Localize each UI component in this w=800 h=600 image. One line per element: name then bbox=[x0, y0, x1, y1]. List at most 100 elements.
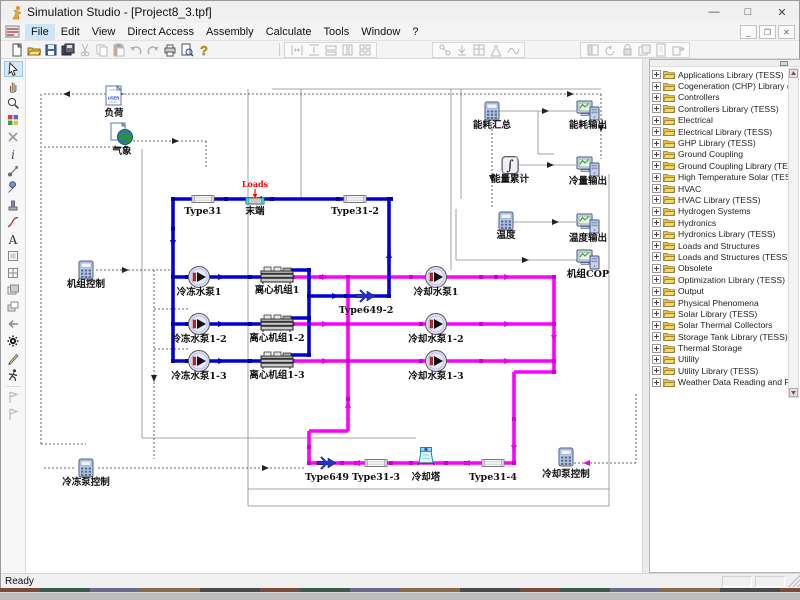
library-item-high-temperature-solar-tess[interactable]: High Temperature Solar (TESS) bbox=[652, 172, 788, 183]
expand-icon[interactable] bbox=[652, 207, 661, 216]
menu-assembly[interactable]: Assembly bbox=[200, 24, 260, 40]
mdi-minimize-button[interactable]: _ bbox=[740, 25, 757, 39]
minimize-button[interactable]: — bbox=[697, 1, 731, 23]
expand-icon[interactable] bbox=[652, 241, 661, 250]
cw-pump-control[interactable]: 冷却泵控制 bbox=[542, 448, 590, 480]
expand-icon[interactable] bbox=[652, 173, 661, 182]
cw-pump-1[interactable]: 冷却水泵1 bbox=[414, 267, 459, 299]
curve-tool[interactable] bbox=[4, 214, 23, 230]
library-item-hydrogen-systems[interactable]: Hydrogen Systems bbox=[652, 206, 788, 217]
expand-icon[interactable] bbox=[652, 309, 661, 318]
library-item-controllers[interactable]: Controllers bbox=[652, 92, 788, 103]
delete-tool[interactable] bbox=[4, 129, 23, 145]
type649-diverter[interactable]: Type649 bbox=[305, 457, 349, 483]
library-item-hydronics[interactable]: Hydronics bbox=[652, 217, 788, 228]
panel-scrollbar[interactable] bbox=[788, 68, 799, 398]
library-item-utility-library-tess[interactable]: Utility Library (TESS) bbox=[652, 365, 788, 376]
zoom-tool[interactable] bbox=[4, 95, 23, 111]
weather[interactable]: 气象 bbox=[111, 123, 133, 157]
expand-icon[interactable] bbox=[652, 82, 661, 91]
expand-icon[interactable] bbox=[652, 332, 661, 341]
library-item-physical-phenomena[interactable]: Physical Phenomena bbox=[652, 297, 788, 308]
expand-icon[interactable] bbox=[652, 230, 661, 239]
terminal-unit[interactable]: 末端 bbox=[244, 198, 265, 217]
expand-icon[interactable] bbox=[652, 70, 661, 79]
menu-view[interactable]: View bbox=[86, 24, 122, 40]
energy-integrator[interactable]: ∫能量累计 bbox=[491, 157, 530, 186]
expand-icon[interactable] bbox=[652, 378, 661, 387]
expand-icon[interactable] bbox=[652, 139, 661, 148]
menu-edit[interactable]: Edit bbox=[55, 24, 86, 40]
panel-close-button[interactable] bbox=[780, 61, 788, 66]
back-tool[interactable] bbox=[4, 316, 23, 332]
gear-tool[interactable] bbox=[4, 333, 23, 349]
library-item-optimization-library-tess[interactable]: Optimization Library (TESS) bbox=[652, 274, 788, 285]
expand-icon[interactable] bbox=[652, 195, 661, 204]
expand-icon[interactable] bbox=[652, 184, 661, 193]
expand-icon[interactable] bbox=[652, 321, 661, 330]
pan-tool[interactable] bbox=[4, 78, 23, 94]
expand-icon[interactable] bbox=[652, 161, 661, 170]
new-icon[interactable] bbox=[9, 43, 24, 57]
info-tool[interactable]: i bbox=[4, 146, 23, 162]
library-item-weather-data-reading-and-process[interactable]: Weather Data Reading and Process bbox=[652, 377, 788, 388]
library-item-controllers-library-tess[interactable]: Controllers Library (TESS) bbox=[652, 103, 788, 114]
mdi-close-button[interactable]: ✕ bbox=[778, 25, 795, 39]
library-item-solar-library-tess[interactable]: Solar Library (TESS) bbox=[652, 308, 788, 319]
expand-icon[interactable] bbox=[652, 218, 661, 227]
library-item-ground-coupling[interactable]: Ground Coupling bbox=[652, 149, 788, 160]
library-item-loads-and-structures[interactable]: Loads and Structures bbox=[652, 240, 788, 251]
library-item-solar-thermal-collectors[interactable]: Solar Thermal Collectors bbox=[652, 320, 788, 331]
expand-icon[interactable] bbox=[652, 93, 661, 102]
cw-pump-1-3[interactable]: 冷却水泵1-3 bbox=[408, 351, 463, 383]
select-tool[interactable] bbox=[4, 61, 23, 77]
layers2-tool[interactable] bbox=[4, 299, 23, 315]
menu-tools[interactable]: Tools bbox=[318, 24, 356, 40]
library-item-electrical[interactable]: Electrical bbox=[652, 115, 788, 126]
expand-icon[interactable] bbox=[652, 355, 661, 364]
library-item-applications-library-tess[interactable]: Applications Library (TESS) bbox=[652, 69, 788, 80]
library-item-output[interactable]: Output bbox=[652, 285, 788, 296]
save-all-icon[interactable] bbox=[60, 43, 75, 57]
stamp-tool[interactable] bbox=[4, 197, 23, 213]
menu-window[interactable]: Window bbox=[355, 24, 406, 40]
expand-icon[interactable] bbox=[652, 366, 661, 375]
palette-tool[interactable] bbox=[4, 112, 23, 128]
text-tool[interactable]: A bbox=[4, 231, 23, 247]
library-item-storage-tank-library-tess[interactable]: Storage Tank Library (TESS) bbox=[652, 331, 788, 342]
library-item-hydronics-library-tess[interactable]: Hydronics Library (TESS) bbox=[652, 228, 788, 239]
expand-icon[interactable] bbox=[652, 150, 661, 159]
scroll-up-button[interactable] bbox=[789, 69, 798, 78]
load-file[interactable]: USER负荷 bbox=[104, 86, 124, 119]
library-item-cogeneration-chp-library-tess[interactable]: Cogeneration (CHP) Library (TESS) bbox=[652, 80, 788, 91]
expand-icon[interactable] bbox=[652, 264, 661, 273]
frame-tool[interactable] bbox=[4, 248, 23, 264]
library-item-thermal-storage[interactable]: Thermal Storage bbox=[652, 342, 788, 353]
wrench-tool[interactable] bbox=[4, 180, 23, 196]
temperature-calc[interactable]: 温度 bbox=[496, 212, 516, 241]
menu-calculate[interactable]: Calculate bbox=[260, 24, 318, 40]
library-item-obsolete[interactable]: Obsolete bbox=[652, 263, 788, 274]
expand-icon[interactable] bbox=[652, 252, 661, 261]
library-item-loads-and-structures-tess[interactable]: Loads and Structures (TESS) bbox=[652, 251, 788, 262]
print-icon[interactable] bbox=[162, 43, 177, 57]
frame2-tool[interactable] bbox=[4, 265, 23, 281]
chw-pump-1-3[interactable]: 冷冻水泵1-3 bbox=[171, 351, 226, 383]
layers-tool[interactable] bbox=[4, 282, 23, 298]
chw-pump-1[interactable]: 冷冻水泵1 bbox=[177, 267, 222, 299]
library-item-utility[interactable]: Utility bbox=[652, 354, 788, 365]
cooling-tower[interactable]: 冷却塔 bbox=[412, 448, 441, 484]
library-item-electrical-library-tess[interactable]: Electrical Library (TESS) bbox=[652, 126, 788, 137]
expand-icon[interactable] bbox=[652, 287, 661, 296]
probe-tool[interactable] bbox=[4, 163, 23, 179]
library-item-hvac[interactable]: HVAC bbox=[652, 183, 788, 194]
resize-grip[interactable] bbox=[788, 575, 800, 587]
print-preview-icon[interactable] bbox=[179, 43, 194, 57]
maximize-button[interactable]: □ bbox=[731, 1, 765, 23]
cooling-output[interactable]: 冷量输出 bbox=[569, 157, 607, 187]
mdi-restore-button[interactable]: ❐ bbox=[759, 25, 776, 39]
expand-icon[interactable] bbox=[652, 275, 661, 284]
panel-splitter[interactable] bbox=[642, 59, 649, 573]
library-item-ghp-library-tess[interactable]: GHP Library (TESS) bbox=[652, 137, 788, 148]
chiller-1[interactable]: 离心机组1 bbox=[255, 267, 300, 296]
